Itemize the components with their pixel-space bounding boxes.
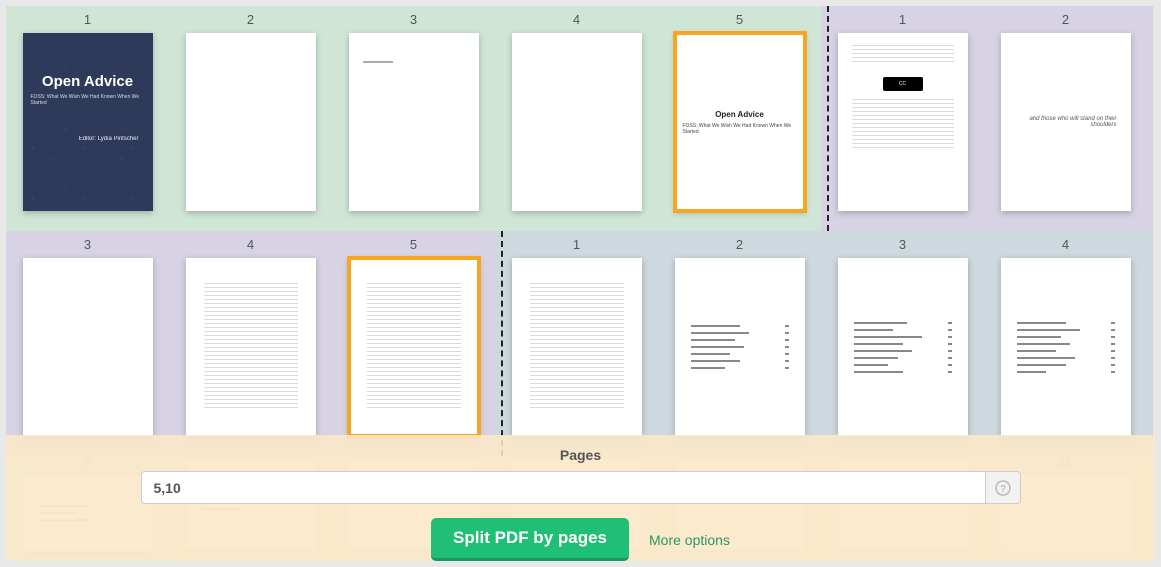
text-block [204,283,298,411]
page-number: 2 [1062,12,1069,27]
page-number: 3 [410,12,417,27]
page-thumbnail[interactable] [349,33,479,211]
page-cell: 4 [169,231,332,456]
help-icon: ? [995,480,1011,496]
page-cell: 2 [169,6,332,231]
dedication-quote: and those who will stand on their should… [1015,116,1117,128]
page-thumbnail[interactable] [512,258,642,436]
page-thumbnail[interactable]: CC [838,33,968,211]
segment-blue: 1 2 [495,231,1153,456]
toc-block [691,325,789,369]
page-thumbnail[interactable]: and those who will stand on their should… [1001,33,1131,211]
cc-license-badge: CC [883,77,923,91]
page-cell: 1 [495,231,658,456]
page-thumbnail[interactable] [512,33,642,211]
page-cell: 3 [6,231,169,456]
page-cell: 2 and those who will stand on their shou… [984,6,1147,231]
page-number: 5 [410,237,417,252]
page-number: 2 [736,237,743,252]
text-block [530,283,624,411]
action-row: Split PDF by pages More options [431,518,730,561]
split-divider[interactable] [501,231,503,456]
page-cell: 3 [821,231,984,456]
page-cell: 4 [495,6,658,231]
page-cell: 1 CC [821,6,984,231]
pages-input[interactable] [141,471,985,504]
page-number: 1 [573,237,580,252]
page-number: 2 [247,12,254,27]
titlepage-title: Open Advice [715,110,764,119]
cover-subtitle: FOSS: What We Wish We Had Known When We … [31,94,145,106]
text-block [852,45,954,65]
pages-label: Pages [560,447,601,463]
page-cell: 2 [658,231,821,456]
page-number: 3 [84,237,91,252]
svg-text:?: ? [999,484,1005,495]
thumbnail-row-2: 3 4 5 1 [6,231,1155,456]
page-cell: 5 [332,231,495,456]
cover-editor: Editor: Lydia Pintscher [79,136,139,142]
more-options-link[interactable]: More options [649,532,730,548]
pages-input-row: ? [141,471,1021,504]
titlepage-subtitle: FOSS: What We Wish We Had Known When We … [683,123,797,135]
split-divider[interactable] [827,6,829,231]
text-block [367,283,461,411]
page-number: 1 [84,12,91,27]
page-number: 1 [899,12,906,27]
page-number: 4 [1062,237,1069,252]
split-control-panel: Pages ? Split PDF by pages More options [6,435,1155,561]
toc-block [854,322,952,373]
help-button[interactable]: ? [985,471,1021,504]
page-thumbnail-selected[interactable] [349,258,479,436]
page-thumbnail[interactable] [838,258,968,436]
page-number: 4 [573,12,580,27]
page-thumbnail-selected[interactable]: Open Advice FOSS: What We Wish We Had Kn… [675,33,805,211]
split-pdf-button[interactable]: Split PDF by pages [431,518,629,561]
page-thumbnail[interactable] [186,258,316,436]
page-thumbnail-cover[interactable]: Open Advice FOSS: What We Wish We Had Kn… [23,33,153,211]
page-thumbnail[interactable] [1001,258,1131,436]
text-block [852,99,954,149]
page-cell: 3 [332,6,495,231]
toc-block [1017,322,1115,373]
segment-purple: 3 4 5 [6,231,495,456]
page-cell: 5 Open Advice FOSS: What We Wish We Had … [658,6,821,231]
page-number: 4 [247,237,254,252]
page-thumbnail[interactable] [186,33,316,211]
page-number: 3 [899,237,906,252]
page-number: 5 [736,12,743,27]
page-cell: 4 [984,231,1147,456]
cover-title: Open Advice [42,73,133,90]
page-cell: 1 Open Advice FOSS: What We Wish We Had … [6,6,169,231]
page-thumbnail[interactable] [23,258,153,436]
page-thumbnail[interactable] [675,258,805,436]
segment-green: 1 Open Advice FOSS: What We Wish We Had … [6,6,821,231]
segment-purple: 1 CC 2 and those who will stand on their… [821,6,1153,231]
thumbnail-row-1: 1 Open Advice FOSS: What We Wish We Had … [6,6,1155,231]
